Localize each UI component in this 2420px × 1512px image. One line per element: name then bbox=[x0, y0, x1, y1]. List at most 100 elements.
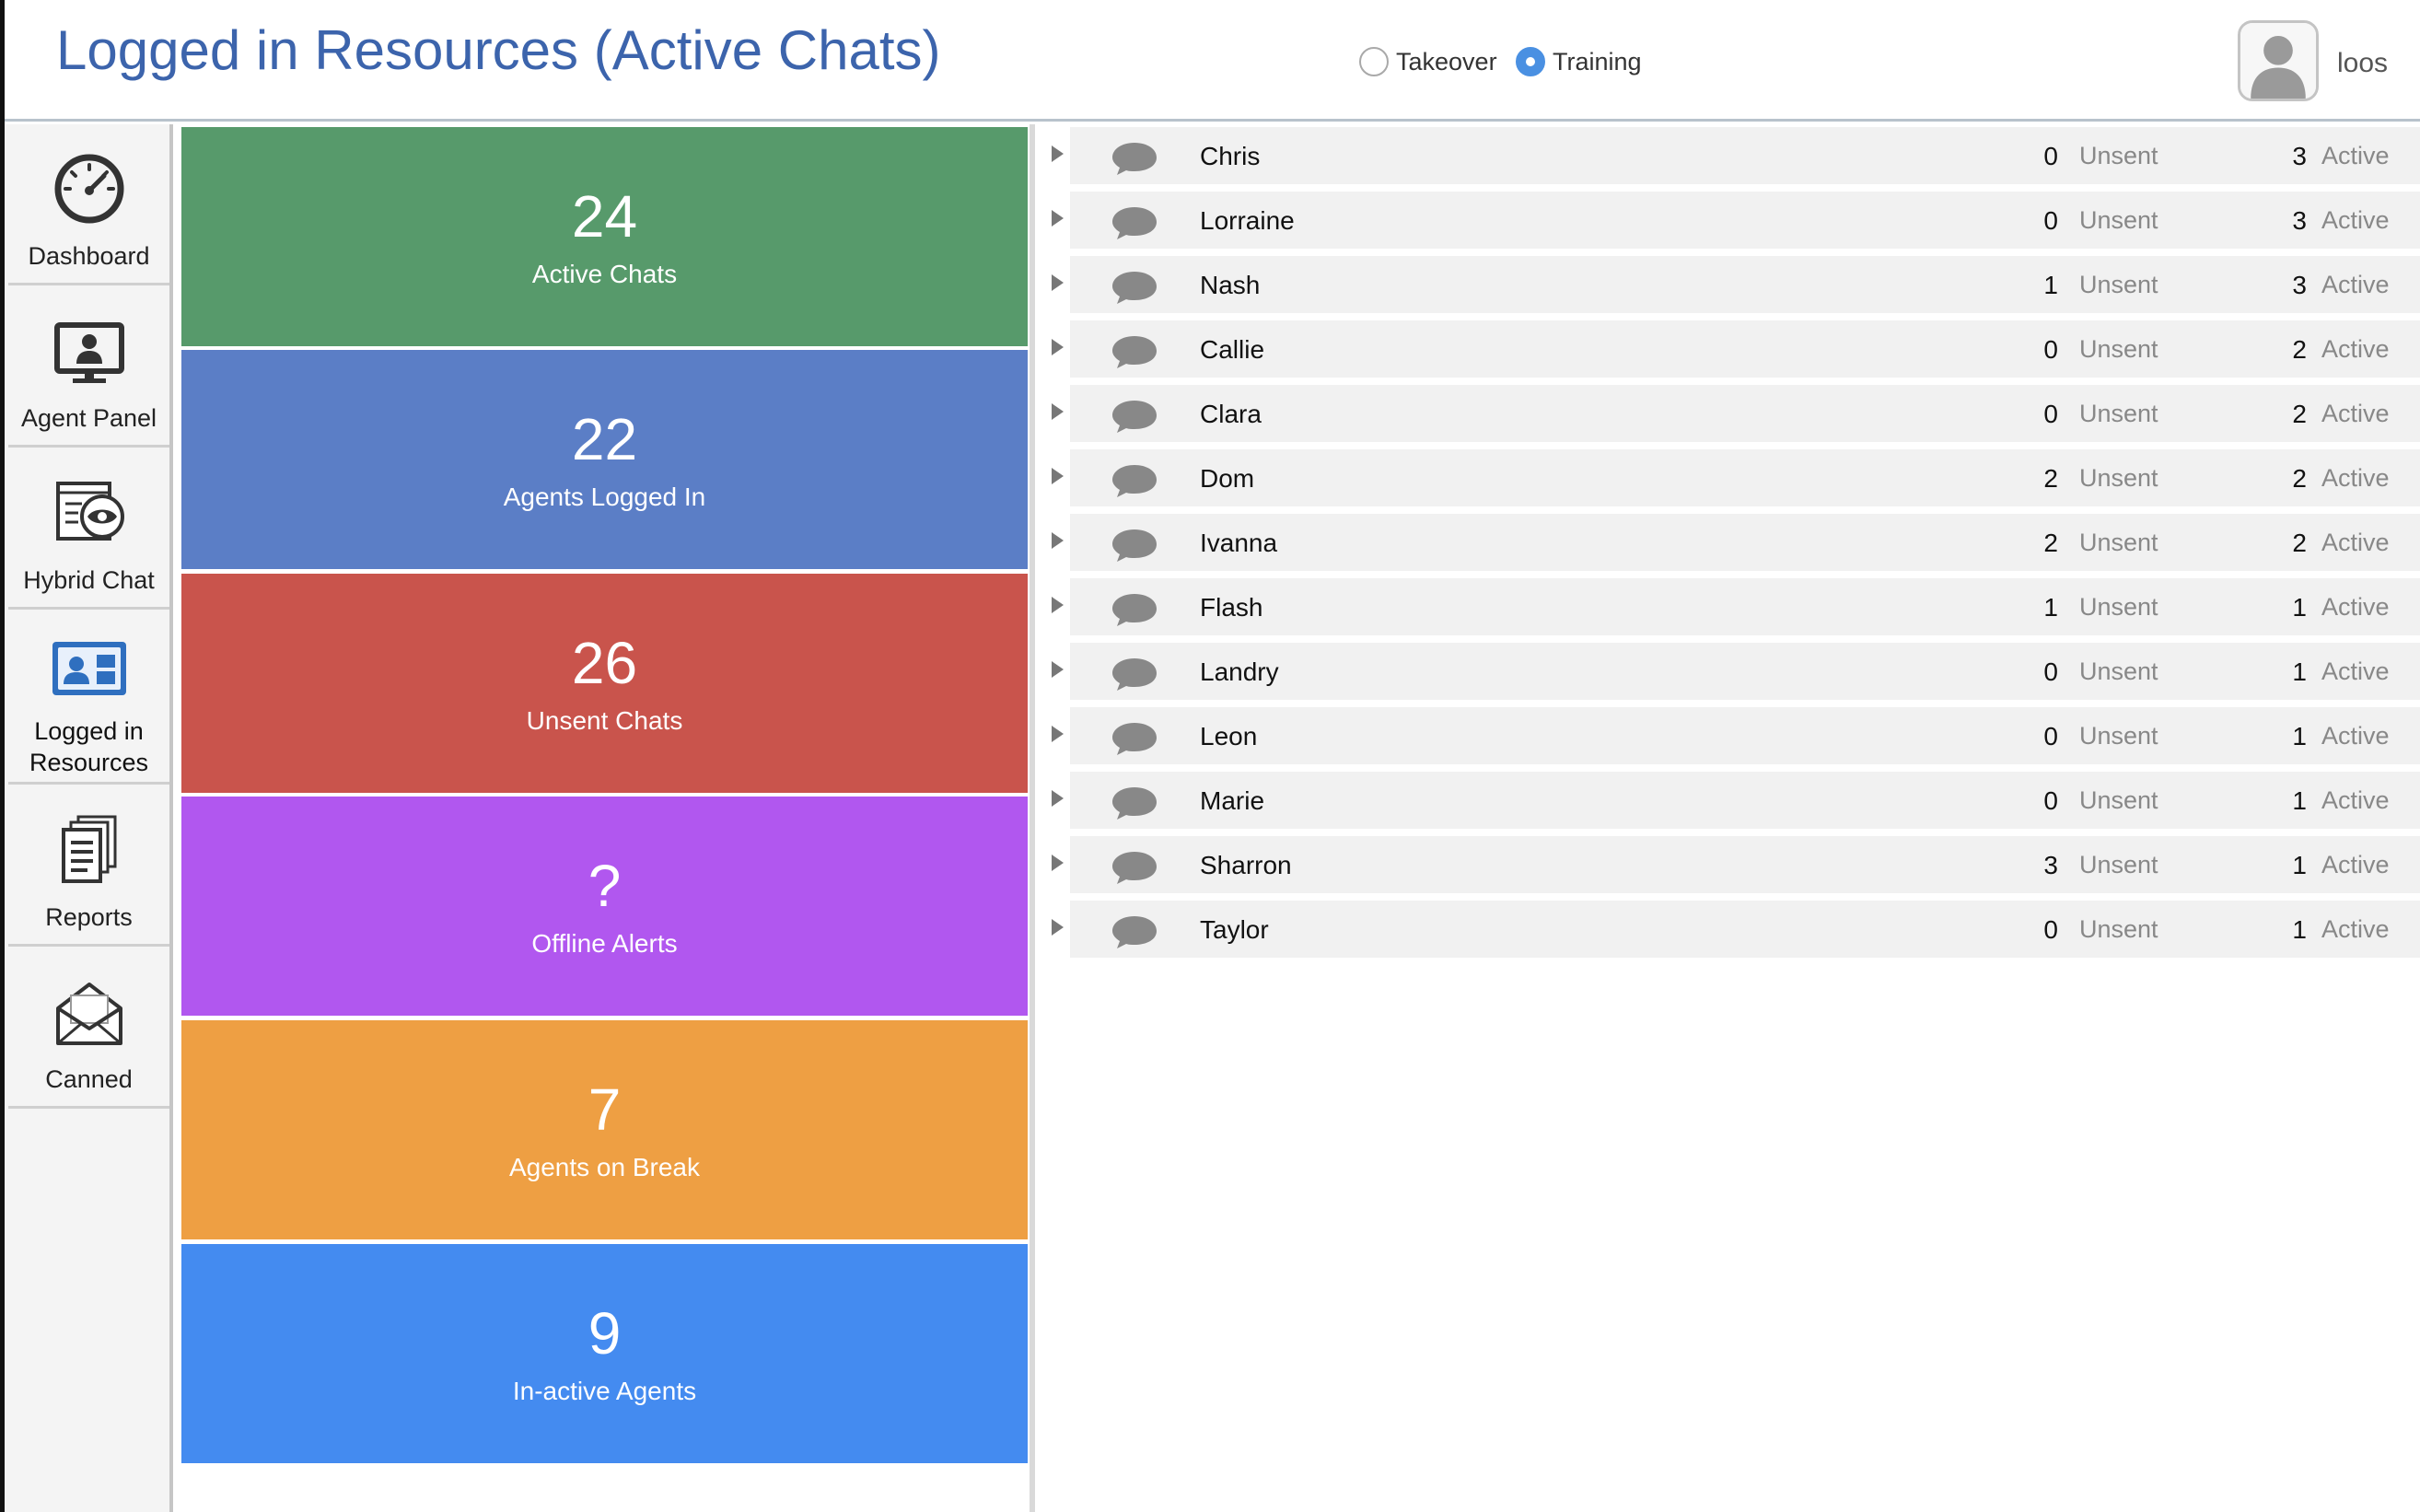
sidebar-item-label: Hybrid Chat bbox=[23, 566, 155, 594]
unsent-count: 0 bbox=[2043, 722, 2058, 750]
active-count: 1 bbox=[2292, 915, 2307, 944]
active-count: 1 bbox=[2292, 657, 2307, 686]
active-count: 1 bbox=[2292, 786, 2307, 815]
row-background bbox=[1070, 320, 2420, 381]
unsent-count: 0 bbox=[2043, 915, 2058, 944]
sidebar-item-dashboard[interactable]: Dashboard bbox=[8, 124, 169, 285]
agent-row[interactable]: Callie 0 Unsent 2 Active bbox=[1041, 320, 2420, 381]
agent-row[interactable]: Taylor 0 Unsent 1 Active bbox=[1041, 901, 2420, 961]
agent-name: Leon bbox=[1200, 722, 1258, 750]
agent-row[interactable]: Dom 2 Unsent 2 Active bbox=[1041, 449, 2420, 510]
training-radio-button[interactable] bbox=[1516, 47, 1545, 76]
unsent-label: Unsent bbox=[2079, 851, 2158, 878]
training-radio[interactable]: Training bbox=[1516, 43, 1642, 80]
chat-bubble-icon bbox=[1111, 913, 1158, 950]
sidebar-item-reports[interactable]: Reports bbox=[8, 785, 169, 947]
agent-row[interactable]: Marie 0 Unsent 1 Active bbox=[1041, 772, 2420, 832]
agent-name: Sharron bbox=[1200, 851, 1292, 879]
expand-arrow-icon[interactable] bbox=[1052, 919, 1064, 936]
sidebar-item-label: Reports bbox=[45, 903, 133, 931]
expand-arrow-icon[interactable] bbox=[1052, 597, 1064, 613]
agent-row[interactable]: Sharron 3 Unsent 1 Active bbox=[1041, 836, 2420, 897]
avatar[interactable] bbox=[2238, 20, 2319, 101]
tile-label: Active Chats bbox=[531, 260, 678, 288]
expand-arrow-icon[interactable] bbox=[1052, 403, 1064, 420]
tile-value: 7 bbox=[588, 1076, 622, 1143]
tile-agents-on-break[interactable]: 7 Agents on Break bbox=[181, 1020, 1028, 1239]
sidebar-item-agent-panel[interactable]: Agent Panel bbox=[8, 286, 169, 448]
agent-row[interactable]: Landry 0 Unsent 1 Active bbox=[1041, 643, 2420, 704]
active-label: Active bbox=[2321, 722, 2390, 750]
agent-name: Taylor bbox=[1200, 915, 1269, 944]
active-label: Active bbox=[2321, 529, 2390, 556]
takeover-radio[interactable]: Takeover bbox=[1359, 43, 1497, 80]
tile-agents-logged-in[interactable]: 22 Agents Logged In bbox=[181, 350, 1028, 569]
username[interactable]: loos bbox=[2337, 48, 2388, 79]
agent-row[interactable]: Chris 0 Unsent 3 Active bbox=[1041, 127, 2420, 188]
active-count: 3 bbox=[2292, 271, 2307, 299]
chat-bubble-icon bbox=[1111, 656, 1158, 692]
expand-arrow-icon[interactable] bbox=[1052, 210, 1064, 227]
active-label: Active bbox=[2321, 851, 2390, 878]
agent-row[interactable]: Clara 0 Unsent 2 Active bbox=[1041, 385, 2420, 446]
documents-icon bbox=[45, 806, 134, 894]
expand-arrow-icon[interactable] bbox=[1052, 790, 1064, 807]
active-count: 1 bbox=[2292, 593, 2307, 622]
id-card-icon bbox=[45, 631, 134, 708]
agent-name: Ivanna bbox=[1200, 529, 1278, 557]
agent-row[interactable]: Ivanna 2 Unsent 2 Active bbox=[1041, 514, 2420, 575]
unsent-label: Unsent bbox=[2079, 400, 2158, 427]
expand-arrow-icon[interactable] bbox=[1052, 145, 1064, 162]
agent-name: Clara bbox=[1200, 400, 1262, 428]
tile-offline-alerts[interactable]: ? Offline Alerts bbox=[181, 797, 1028, 1016]
expand-arrow-icon[interactable] bbox=[1052, 726, 1064, 742]
row-background bbox=[1070, 385, 2420, 446]
tile-label: Unsent Chats bbox=[526, 706, 683, 735]
row-background bbox=[1070, 707, 2420, 768]
sidebar-item-canned[interactable]: Canned bbox=[8, 948, 169, 1109]
tile-active-chats[interactable]: 24 Active Chats bbox=[181, 127, 1028, 346]
user-silhouette-icon bbox=[2240, 23, 2316, 99]
unsent-label: Unsent bbox=[2079, 657, 2158, 685]
active-count: 1 bbox=[2292, 851, 2307, 879]
agent-row[interactable]: Nash 1 Unsent 3 Active bbox=[1041, 256, 2420, 317]
sidebar-item-hybrid-chat[interactable]: Hybrid Chat bbox=[8, 448, 169, 610]
row-background bbox=[1070, 901, 2420, 961]
takeover-radio-button[interactable] bbox=[1359, 47, 1389, 76]
sidebar-item-logged-in-resources[interactable]: Logged in Resources bbox=[8, 611, 169, 785]
tile-unsent-chats[interactable]: 26 Unsent Chats bbox=[181, 574, 1028, 793]
agent-name: Flash bbox=[1200, 593, 1263, 622]
chat-bubble-icon bbox=[1111, 333, 1158, 370]
tile-value: ? bbox=[588, 853, 622, 919]
row-background bbox=[1070, 578, 2420, 639]
chat-bubble-icon bbox=[1111, 527, 1158, 564]
agent-row[interactable]: Flash 1 Unsent 1 Active bbox=[1041, 578, 2420, 639]
active-count: 1 bbox=[2292, 722, 2307, 750]
tile-value: 22 bbox=[571, 406, 638, 472]
chat-bubble-icon bbox=[1111, 462, 1158, 499]
row-background bbox=[1070, 449, 2420, 510]
chat-bubble-icon bbox=[1111, 140, 1158, 177]
active-label: Active bbox=[2321, 593, 2390, 621]
active-count: 2 bbox=[2292, 335, 2307, 364]
expand-arrow-icon[interactable] bbox=[1052, 468, 1064, 484]
active-label: Active bbox=[2321, 142, 2390, 169]
tile-inactive-agents[interactable]: 9 In-active Agents bbox=[181, 1244, 1028, 1463]
agent-name: Callie bbox=[1200, 335, 1265, 364]
takeover-label: Takeover bbox=[1396, 47, 1497, 76]
sidebar-item-label: Canned bbox=[45, 1065, 133, 1093]
expand-arrow-icon[interactable] bbox=[1052, 339, 1064, 355]
expand-arrow-icon[interactable] bbox=[1052, 532, 1064, 549]
agent-row[interactable]: Lorraine 0 Unsent 3 Active bbox=[1041, 192, 2420, 252]
expand-arrow-icon[interactable] bbox=[1052, 661, 1064, 678]
unsent-label: Unsent bbox=[2079, 529, 2158, 556]
expand-arrow-icon[interactable] bbox=[1052, 855, 1064, 871]
row-background bbox=[1070, 256, 2420, 317]
unsent-label: Unsent bbox=[2079, 593, 2158, 621]
agent-name: Chris bbox=[1200, 142, 1261, 170]
expand-arrow-icon[interactable] bbox=[1052, 274, 1064, 291]
sidebar-item-label: Logged in Resources bbox=[29, 717, 149, 776]
tile-value: 9 bbox=[588, 1300, 622, 1367]
agent-name: Dom bbox=[1200, 464, 1255, 493]
agent-row[interactable]: Leon 0 Unsent 1 Active bbox=[1041, 707, 2420, 768]
